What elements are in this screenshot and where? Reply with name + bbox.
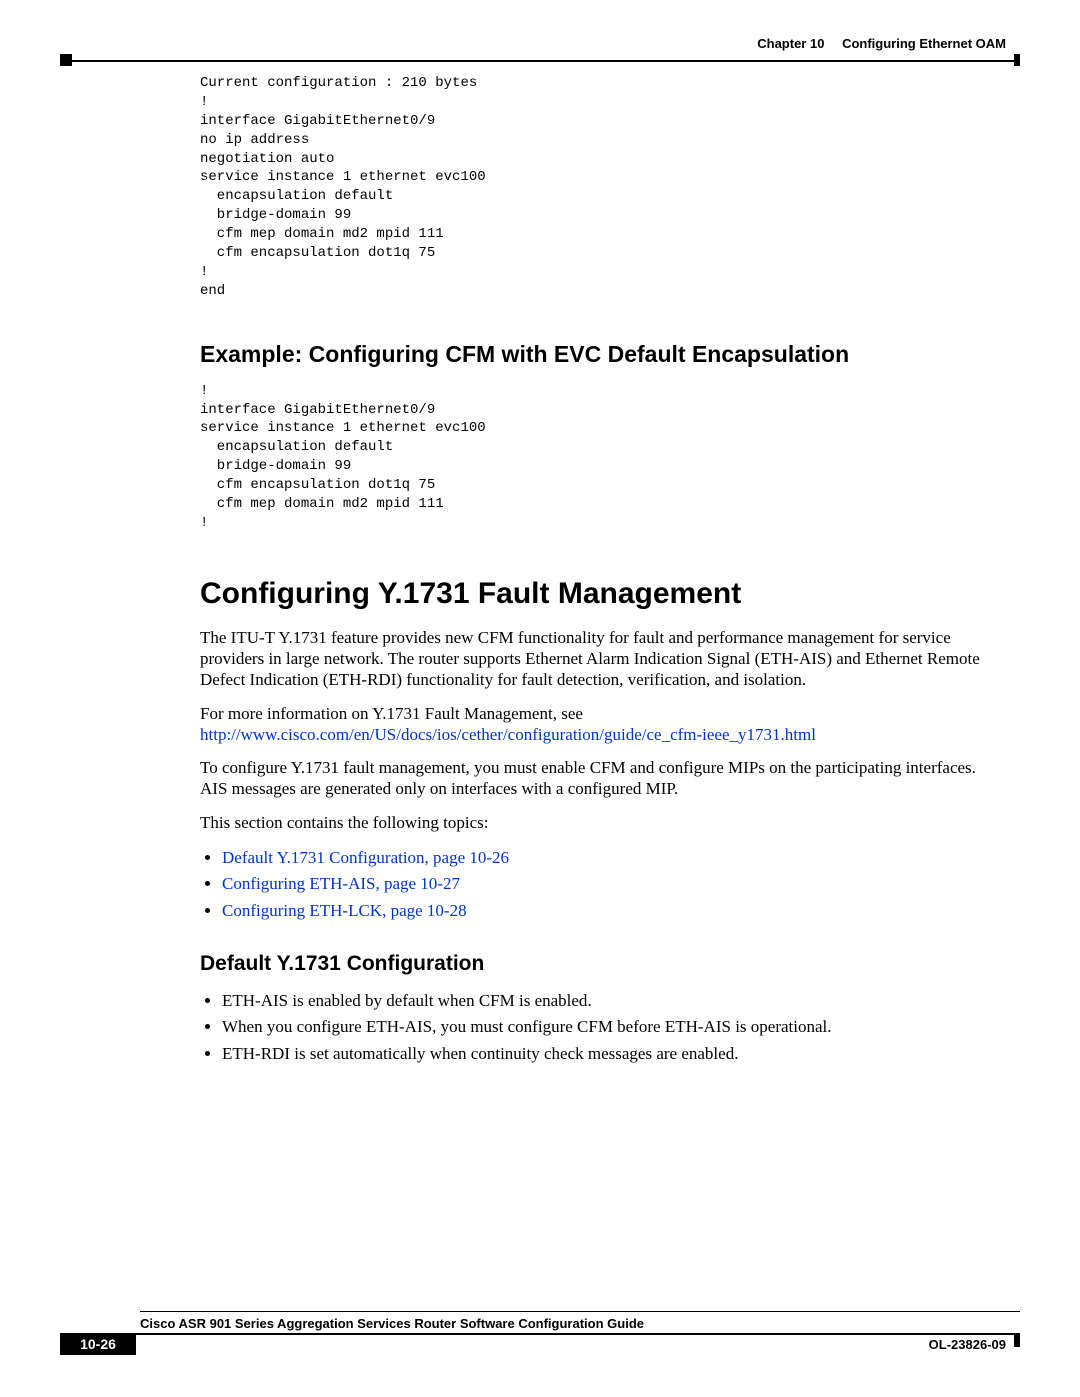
link-default-config[interactable]: Default Y.1731 Configuration, page 10-26 — [222, 848, 509, 867]
paragraph-more-info: For more information on Y.1731 Fault Man… — [200, 703, 1000, 746]
footer-marker-icon — [1014, 1333, 1020, 1347]
paragraph-topics-lead: This section contains the following topi… — [200, 812, 1000, 833]
paragraph-intro: The ITU-T Y.1731 feature provides new CF… — [200, 627, 1000, 691]
link-eth-lck[interactable]: Configuring ETH-LCK, page 10-28 — [222, 901, 467, 920]
header-marker-right-icon — [1014, 54, 1020, 66]
list-item: ETH-RDI is set automatically when contin… — [222, 1041, 1000, 1067]
list-item: ETH-AIS is enabled by default when CFM i… — [222, 988, 1000, 1014]
section-heading-evc-default: Example: Configuring CFM with EVC Defaul… — [200, 341, 1000, 368]
paragraph-configure: To configure Y.1731 fault management, yo… — [200, 757, 1000, 800]
main-heading-y1731: Configuring Y.1731 Fault Management — [200, 577, 1000, 611]
list-item: Default Y.1731 Configuration, page 10-26 — [222, 845, 1000, 871]
topic-links-list: Default Y.1731 Configuration, page 10-26… — [200, 845, 1000, 924]
footer-guide-title: Cisco ASR 901 Series Aggregation Service… — [140, 1316, 1020, 1331]
code-block-evc-config: ! interface GigabitEthernet0/9 service i… — [200, 382, 1000, 533]
link-cisco-docs[interactable]: http://www.cisco.com/en/US/docs/ios/ceth… — [200, 725, 816, 744]
list-item: Configuring ETH-AIS, page 10-27 — [222, 871, 1000, 897]
page-header: Chapter 10 Configuring Ethernet OAM — [60, 30, 1020, 62]
footer-line-icon — [136, 1333, 1020, 1335]
footer-rule-icon — [140, 1311, 1020, 1312]
link-eth-ais[interactable]: Configuring ETH-AIS, page 10-27 — [222, 874, 460, 893]
footer-doc-id: OL-23826-09 — [929, 1337, 1006, 1352]
header-text: Chapter 10 Configuring Ethernet OAM — [757, 36, 1006, 51]
default-config-list: ETH-AIS is enabled by default when CFM i… — [200, 988, 1000, 1067]
header-marker-left-icon — [60, 54, 72, 66]
list-item: Configuring ETH-LCK, page 10-28 — [222, 898, 1000, 924]
code-block-current-config: Current configuration : 210 bytes ! inte… — [200, 74, 1000, 301]
page-number-badge: 10-26 — [60, 1333, 136, 1355]
subsection-heading-default: Default Y.1731 Configuration — [200, 952, 1000, 976]
more-info-lead: For more information on Y.1731 Fault Man… — [200, 704, 583, 723]
header-title: Configuring Ethernet OAM — [842, 36, 1006, 51]
header-chapter: Chapter 10 — [757, 36, 824, 51]
list-item: When you configure ETH-AIS, you must con… — [222, 1014, 1000, 1040]
page-footer: Cisco ASR 901 Series Aggregation Service… — [60, 1311, 1020, 1357]
